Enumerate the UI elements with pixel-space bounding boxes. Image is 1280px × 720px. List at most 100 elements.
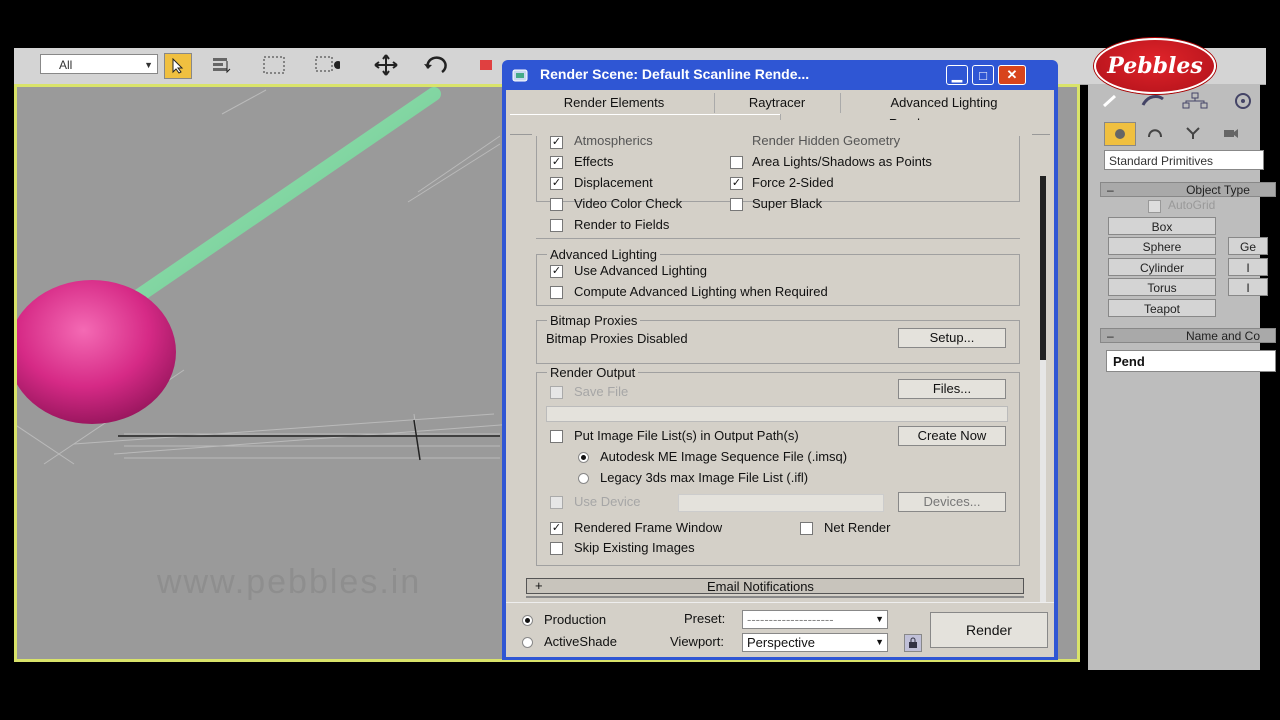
tab-raytracer[interactable]: Raytracer: [714, 93, 839, 113]
teapot-button[interactable]: Teapot: [1108, 299, 1216, 317]
create-tab-icon[interactable]: [1096, 90, 1126, 112]
tab-render-elements[interactable]: Render Elements: [516, 93, 712, 113]
minimize-icon: ▁: [952, 67, 962, 82]
autogrid-checkbox[interactable]: [1148, 200, 1161, 213]
rectangle-select-icon[interactable]: [262, 53, 288, 77]
email-notifications-label: Email Notifications: [707, 579, 814, 594]
select-arrow-icon[interactable]: [164, 53, 192, 79]
partial-button[interactable]: I: [1228, 258, 1268, 276]
devices-button[interactable]: Devices...: [898, 492, 1006, 512]
box-button[interactable]: Box: [1108, 217, 1216, 235]
create-now-button[interactable]: Create Now: [898, 426, 1006, 446]
geometry-category-icon[interactable]: [1104, 122, 1136, 146]
super-black-label: Super Black: [752, 196, 823, 211]
torus-button[interactable]: Torus: [1108, 278, 1216, 296]
net-render-checkbox[interactable]: [800, 522, 813, 535]
move-icon[interactable]: [372, 53, 398, 77]
render-button[interactable]: Render: [930, 612, 1048, 648]
pendulum-rod: [117, 87, 441, 313]
compute-advanced-lighting-checkbox[interactable]: [550, 286, 563, 299]
render-to-fields-checkbox[interactable]: [550, 219, 563, 232]
device-field[interactable]: [678, 494, 884, 512]
object-type-label: Object Type: [1186, 183, 1250, 197]
command-panel: Standard Primitives – Object Type AutoGr…: [1088, 84, 1276, 670]
production-radio[interactable]: [522, 615, 533, 626]
setup-button[interactable]: Setup...: [898, 328, 1006, 348]
maximize-button[interactable]: □: [972, 65, 994, 85]
dialog-titlebar[interactable]: Render Scene: Default Scanline Rende... …: [502, 60, 1058, 90]
output-path-field[interactable]: [546, 406, 1008, 422]
object-name-input[interactable]: Pend: [1106, 350, 1276, 372]
chevron-down-icon: ▼: [875, 614, 884, 624]
minimize-button[interactable]: ▁: [946, 65, 968, 85]
cameras-category-icon[interactable]: [1216, 122, 1246, 144]
preset-dropdown[interactable]: -------------------- ▼: [742, 610, 888, 629]
files-button[interactable]: Files...: [898, 379, 1006, 399]
hierarchy-tab-icon[interactable]: [1180, 90, 1210, 112]
scrollbar-thumb[interactable]: [1040, 176, 1046, 360]
use-advanced-lighting-checkbox[interactable]: ✓: [550, 265, 563, 278]
viewport-dropdown[interactable]: Perspective ▼: [742, 633, 888, 652]
imsq-label: Autodesk ME Image Sequence File (.imsq): [600, 449, 848, 464]
ifl-label: Legacy 3ds max Image File List (.ifl): [600, 470, 809, 485]
displacement-label: Displacement: [574, 175, 653, 190]
advanced-lighting-title: Advanced Lighting: [547, 247, 660, 262]
cylinder-button[interactable]: Cylinder: [1108, 258, 1216, 276]
render-output-title: Render Output: [547, 365, 639, 380]
selection-filter-dropdown[interactable]: All ▼: [40, 54, 158, 74]
render-scene-dialog: Render Scene: Default Scanline Rende... …: [502, 60, 1058, 660]
put-image-file-list-label: Put Image File List(s) in Output Path(s): [574, 428, 799, 443]
skip-existing-images-checkbox[interactable]: [550, 542, 563, 555]
rendered-frame-window-checkbox[interactable]: ✓: [550, 522, 563, 535]
lights-category-icon[interactable]: [1178, 122, 1208, 144]
ifl-radio[interactable]: [578, 473, 589, 484]
close-button[interactable]: ✕: [998, 65, 1026, 85]
force-2-sided-checkbox[interactable]: ✓: [730, 177, 743, 190]
geosphere-button[interactable]: Ge: [1228, 237, 1268, 255]
scale-icon[interactable]: [474, 53, 500, 77]
effects-checkbox[interactable]: ✓: [550, 156, 563, 169]
pendulum-sphere: [17, 280, 176, 424]
bitmap-proxies-title: Bitmap Proxies: [547, 313, 641, 328]
use-device-label: Use Device: [574, 494, 641, 509]
skip-existing-images-label: Skip Existing Images: [574, 540, 695, 555]
autogrid-label: AutoGrid: [1168, 198, 1216, 212]
use-device-checkbox[interactable]: [550, 496, 563, 509]
window-crossing-icon[interactable]: [314, 53, 340, 77]
partial-button[interactable]: I: [1228, 278, 1268, 296]
object-category-value: Standard Primitives: [1109, 154, 1214, 168]
activeshade-radio[interactable]: [522, 637, 533, 648]
super-black-checkbox[interactable]: [730, 198, 743, 211]
logo-text: Pebbles: [1107, 53, 1203, 79]
put-image-file-list-checkbox[interactable]: [550, 430, 563, 443]
dialog-title: Render Scene: Default Scanline Rende...: [540, 66, 810, 82]
render-output-group: Render Output: [536, 365, 1020, 566]
select-by-name-icon[interactable]: [210, 53, 236, 77]
displacement-checkbox[interactable]: ✓: [550, 177, 563, 190]
chevron-down-icon: ▼: [144, 60, 153, 70]
area-lights-checkbox[interactable]: [730, 156, 743, 169]
object-category-dropdown[interactable]: Standard Primitives: [1104, 150, 1264, 170]
viewport-value: Perspective: [747, 635, 815, 650]
atmospherics-checkbox[interactable]: ✓: [550, 136, 563, 149]
motion-tab-icon[interactable]: [1228, 90, 1258, 112]
scrollbar-track[interactable]: [1040, 360, 1046, 604]
bitmap-proxies-status: Bitmap Proxies Disabled: [546, 331, 688, 346]
pebbles-logo: Pebbles: [1094, 38, 1216, 94]
sphere-button[interactable]: Sphere: [1108, 237, 1216, 255]
dialog-body: Render Elements Raytracer Advanced Light…: [506, 90, 1054, 657]
video-color-check-checkbox[interactable]: [550, 198, 563, 211]
shapes-category-icon[interactable]: [1140, 122, 1170, 144]
rotate-icon[interactable]: [422, 53, 448, 77]
tab-advanced-lighting[interactable]: Advanced Lighting: [840, 93, 1047, 113]
object-type-rollout[interactable]: – Object Type: [1100, 182, 1276, 197]
lock-icon[interactable]: [904, 634, 922, 652]
save-file-checkbox[interactable]: [550, 386, 563, 399]
compute-advanced-lighting-label: Compute Advanced Lighting when Required: [574, 284, 828, 299]
name-color-rollout[interactable]: – Name and Co: [1100, 328, 1276, 343]
teapot-app-icon: [512, 67, 530, 83]
imsq-radio[interactable]: [578, 452, 589, 463]
effects-label: Effects: [574, 154, 614, 169]
email-notifications-rollout[interactable]: + Email Notifications: [526, 578, 1024, 594]
use-advanced-lighting-label: Use Advanced Lighting: [574, 263, 707, 278]
